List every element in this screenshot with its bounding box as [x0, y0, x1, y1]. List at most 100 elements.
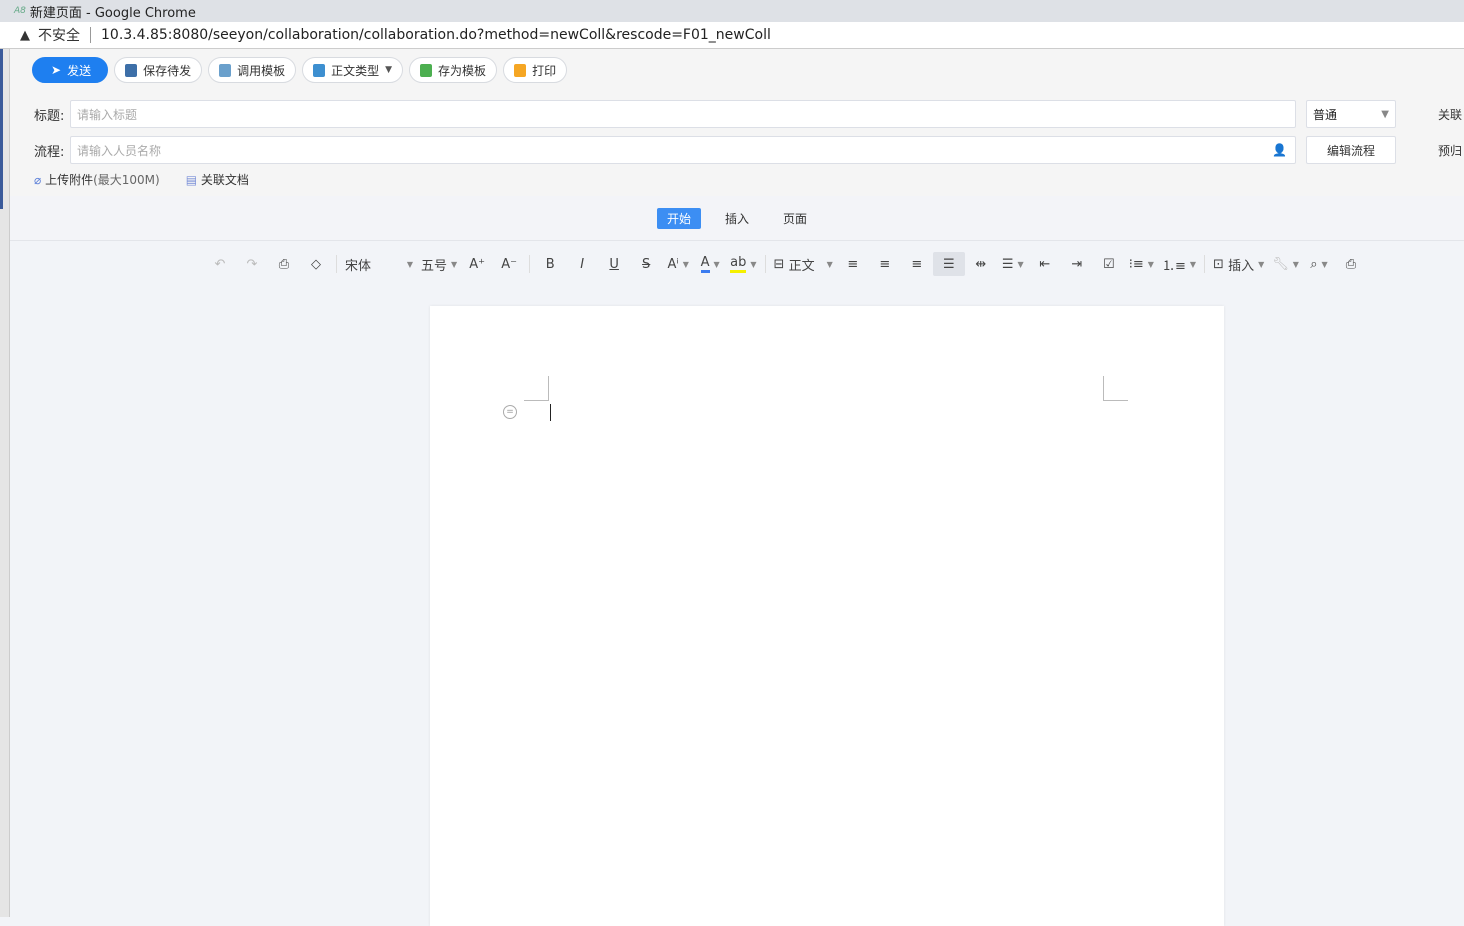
divider: [764, 255, 766, 273]
send-label: 发送: [67, 63, 92, 78]
bold-icon[interactable]: B: [534, 252, 566, 276]
flow-label: 流程:: [34, 144, 65, 160]
divider: [90, 27, 91, 43]
italic-icon[interactable]: I: [566, 252, 598, 276]
left-panel-edge: [0, 49, 10, 917]
attachment-row: ⌀ 上传附件(最大100M) ▤ 关联文档: [34, 171, 249, 188]
align-right-icon[interactable]: ≡: [901, 252, 933, 276]
superscript-icon[interactable]: Aⁱ ▼: [662, 252, 694, 276]
align-left-icon[interactable]: ≡: [837, 252, 869, 276]
size-select[interactable]: 五号 ▼: [417, 252, 461, 276]
save-icon: [125, 63, 138, 77]
archive-label: 预归: [1438, 144, 1463, 158]
font-select[interactable]: 宋体 ▼: [341, 252, 417, 276]
divider: [1204, 255, 1206, 273]
document-icon: [313, 63, 326, 77]
app-icon: A8: [14, 6, 26, 16]
redo-icon[interactable]: ↷: [236, 252, 268, 276]
print-label: 打印: [532, 63, 557, 78]
insert-menu[interactable]: ⊡ 插入 ▼: [1209, 252, 1268, 276]
upload-attachment-link[interactable]: ⌀ 上传附件(最大100M): [34, 171, 160, 188]
printer-icon: [514, 63, 527, 77]
edit-flow-label: 编辑流程: [1326, 143, 1375, 158]
related-doc-icon: ▤: [185, 173, 198, 187]
security-label: 不安全: [38, 28, 80, 44]
insert-label: 插入: [1228, 258, 1255, 274]
save-template-button[interactable]: 存为模板: [409, 57, 498, 83]
editor-tabs: 开始 插入 页面: [10, 196, 1464, 241]
edit-flow-button[interactable]: 编辑流程: [1306, 136, 1396, 164]
numbered-list-icon[interactable]: ⒈≡ ▼: [1158, 252, 1200, 276]
bullet-list-icon[interactable]: ⁝≡ ▼: [1125, 252, 1158, 276]
tab-start[interactable]: 开始: [656, 207, 701, 229]
divider: [336, 255, 337, 273]
action-toolbar: ➤ 发送 保存待发 调用模板 正文类型 ▼ 存为模板 打印: [32, 57, 568, 83]
chevron-down-icon: ▼: [451, 259, 458, 269]
title-input[interactable]: 请输入标题: [70, 100, 1296, 128]
wrench-icon[interactable]: 🔧︎ ▼: [1268, 252, 1303, 276]
highlight-icon[interactable]: ab ▼: [726, 252, 760, 276]
related-label: 关联: [1438, 108, 1463, 122]
search-icon[interactable]: ⌕ ▼: [1303, 252, 1335, 276]
print-icon[interactable]: ⎙: [1335, 252, 1367, 276]
eraser-icon[interactable]: ◇: [300, 252, 332, 276]
priority-select[interactable]: 普通 ▼: [1306, 100, 1396, 128]
distributed-icon[interactable]: ⇹: [965, 252, 997, 276]
font-color-icon[interactable]: A ▼: [694, 252, 726, 276]
style-select[interactable]: ⊟ 正文 ▼: [770, 252, 837, 276]
checkbox-icon[interactable]: ☑: [1093, 252, 1125, 276]
send-button[interactable]: ➤ 发送: [32, 57, 109, 83]
print-button[interactable]: 打印: [503, 57, 568, 83]
underline-icon[interactable]: U: [598, 252, 630, 276]
save-template-icon: [420, 63, 433, 77]
line-spacing-icon[interactable]: ☰ ▼: [997, 252, 1029, 276]
shrink-font-icon[interactable]: A⁻: [493, 252, 525, 276]
url-text[interactable]: 10.3.4.85:8080/seeyon/collaboration/coll…: [101, 27, 771, 43]
priority-value: 普通: [1313, 107, 1338, 122]
format-painter-icon[interactable]: ⎙: [268, 252, 300, 276]
window-title-bar: A8 新建页面 - Google Chrome: [0, 0, 1464, 22]
flow-placeholder: 请输入人员名称: [77, 143, 162, 158]
related-document-link[interactable]: ▤ 关联文档: [186, 171, 249, 188]
save-template-label: 存为模板: [438, 63, 487, 78]
chevron-down-icon: ▼: [1381, 108, 1389, 120]
tab-insert[interactable]: 插入: [715, 208, 759, 229]
upload-label: 上传附件: [45, 173, 94, 187]
align-center-icon[interactable]: ≡: [869, 252, 901, 276]
flow-input[interactable]: 请输入人员名称 👤: [70, 136, 1296, 164]
font-value: 宋体: [345, 258, 372, 274]
divider: [529, 255, 531, 273]
chevron-down-icon: ▼: [385, 65, 393, 75]
document-page[interactable]: =: [430, 306, 1224, 926]
undo-icon[interactable]: ↶: [204, 252, 236, 276]
margin-corner-left: [524, 376, 549, 401]
body-type-label: 正文类型: [331, 63, 380, 78]
paperclip-icon: ⌀: [34, 173, 42, 187]
upload-limit: (最大100M): [93, 173, 160, 187]
save-draft-button[interactable]: 保存待发: [114, 57, 203, 83]
title-placeholder: 请输入标题: [77, 107, 138, 122]
indent-icon[interactable]: ⇥: [1061, 252, 1093, 276]
justify-icon[interactable]: ☰: [932, 252, 965, 276]
size-value: 五号: [421, 258, 448, 274]
style-value: 正文: [788, 258, 815, 274]
person-icon[interactable]: 👤: [1272, 143, 1287, 157]
outdent-icon[interactable]: ⇤: [1029, 252, 1061, 276]
chevron-down-icon: ▼: [406, 259, 413, 269]
margin-corner-right: [1103, 376, 1128, 401]
use-template-button[interactable]: 调用模板: [208, 57, 297, 83]
body-type-button[interactable]: 正文类型 ▼: [302, 57, 404, 83]
text-cursor: [550, 404, 551, 421]
tab-page[interactable]: 页面: [773, 208, 817, 229]
warning-icon: ▲: [20, 27, 30, 43]
title-row: 标题: 请输入标题: [34, 100, 1296, 128]
save-draft-label: 保存待发: [143, 63, 192, 78]
window-title: 新建页面 - Google Chrome: [29, 5, 196, 21]
insert-icon: ⊡: [1213, 256, 1224, 272]
template-icon: [219, 63, 232, 77]
grow-font-icon[interactable]: A⁺: [461, 252, 493, 276]
strikethrough-icon[interactable]: S: [630, 252, 662, 276]
title-label: 标题:: [34, 108, 65, 124]
style-icon: ⊟: [773, 256, 785, 272]
address-bar[interactable]: ▲ 不安全 10.3.4.85:8080/seeyon/collaboratio…: [0, 22, 1464, 49]
